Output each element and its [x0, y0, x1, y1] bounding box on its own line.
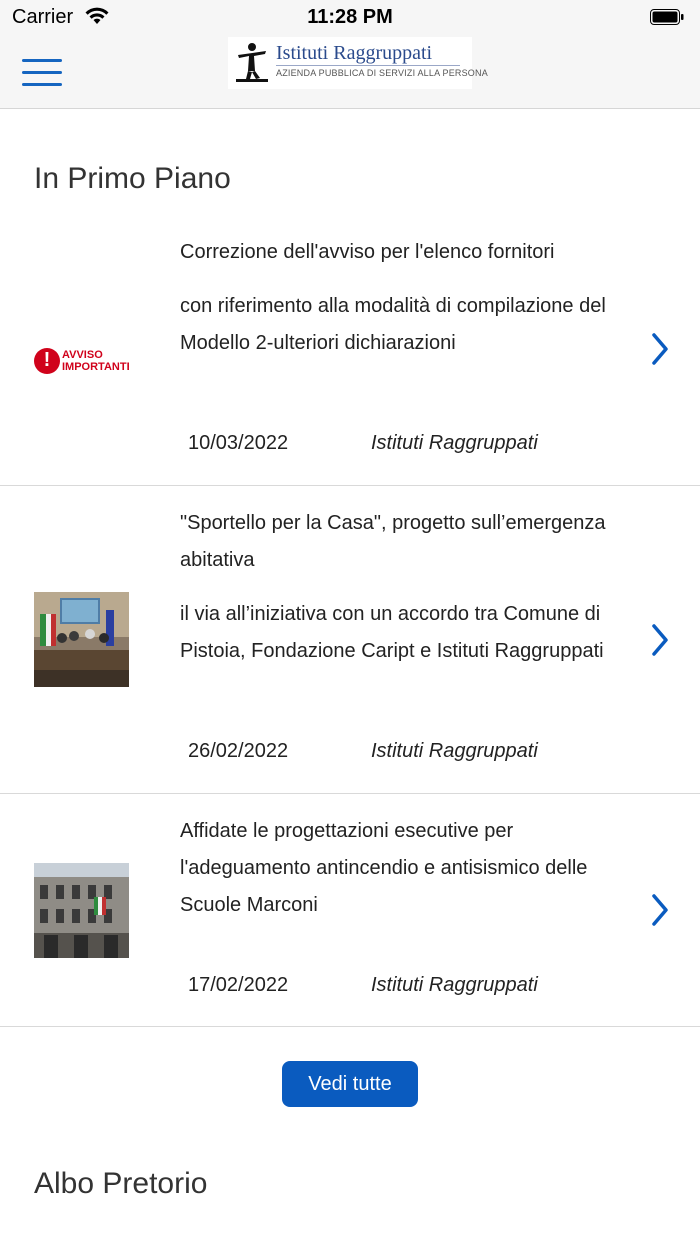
news-summary: il via all’iniziativa con un accordo tra… — [180, 603, 604, 662]
news-date: 10/03/2022 — [188, 432, 289, 454]
badge-text-2: IMPORTANTE — [62, 361, 129, 373]
news-thumbnail — [34, 863, 129, 958]
news-summary: con riferimento alla modalità di compila… — [180, 295, 606, 354]
logo-subtitle: AZIENDA PUBBLICA DI SERVIZI ALLA PERSONA — [276, 68, 488, 78]
news-thumbnail: ! AVVISO IMPORTANTE — [34, 313, 129, 408]
chevron-right-icon[interactable] — [648, 892, 672, 928]
news-thumbnail — [34, 592, 129, 687]
news-title: "Sportello per la Casa", progetto sull’e… — [180, 512, 606, 571]
news-item[interactable]: "Sportello per la Casa", progetto sull’e… — [0, 486, 700, 794]
clock-time: 11:28 PM — [307, 6, 393, 28]
figure-logo-icon — [236, 43, 268, 82]
news-date: 26/02/2022 — [188, 740, 289, 762]
news-source: Istituti Raggruppati — [371, 974, 538, 996]
chevron-right-icon[interactable] — [648, 331, 672, 367]
see-all-button[interactable]: Vedi tutte — [282, 1061, 418, 1107]
news-source: Istituti Raggruppati — [371, 740, 538, 762]
news-source: Istituti Raggruppati — [371, 432, 538, 454]
logo-title: Istituti Raggruppati — [276, 42, 433, 64]
news-title: Correzione dell'avviso per l'elenco forn… — [180, 241, 555, 263]
chevron-right-icon[interactable] — [648, 622, 672, 658]
avviso-importante-badge: ! AVVISO IMPORTANTE — [34, 348, 129, 374]
building-photo — [34, 863, 129, 958]
logo-divider — [276, 65, 460, 66]
badge-text-1: AVVISO — [62, 349, 103, 361]
hamburger-menu-icon[interactable] — [22, 59, 62, 87]
exclamation-icon: ! — [34, 348, 60, 374]
meeting-photo — [34, 592, 129, 687]
news-title: Affidate le progettazioni esecutive per … — [180, 820, 588, 916]
app-logo: Istituti Raggruppati AZIENDA PUBBLICA DI… — [228, 37, 488, 89]
status-bar: Carrier 11:28 PM — [0, 0, 700, 36]
navigation-bar: Istituti Raggruppati AZIENDA PUBBLICA DI… — [0, 36, 700, 109]
news-item[interactable]: ! AVVISO IMPORTANTE Correzione dell'avvi… — [0, 222, 700, 486]
news-item[interactable]: Affidate le progettazioni esecutive per … — [0, 794, 700, 1027]
news-date: 17/02/2022 — [188, 974, 289, 996]
section-title-albo: Albo Pretorio — [34, 1167, 208, 1200]
section-title-featured: In Primo Piano — [34, 162, 231, 195]
battery-icon — [650, 9, 684, 25]
